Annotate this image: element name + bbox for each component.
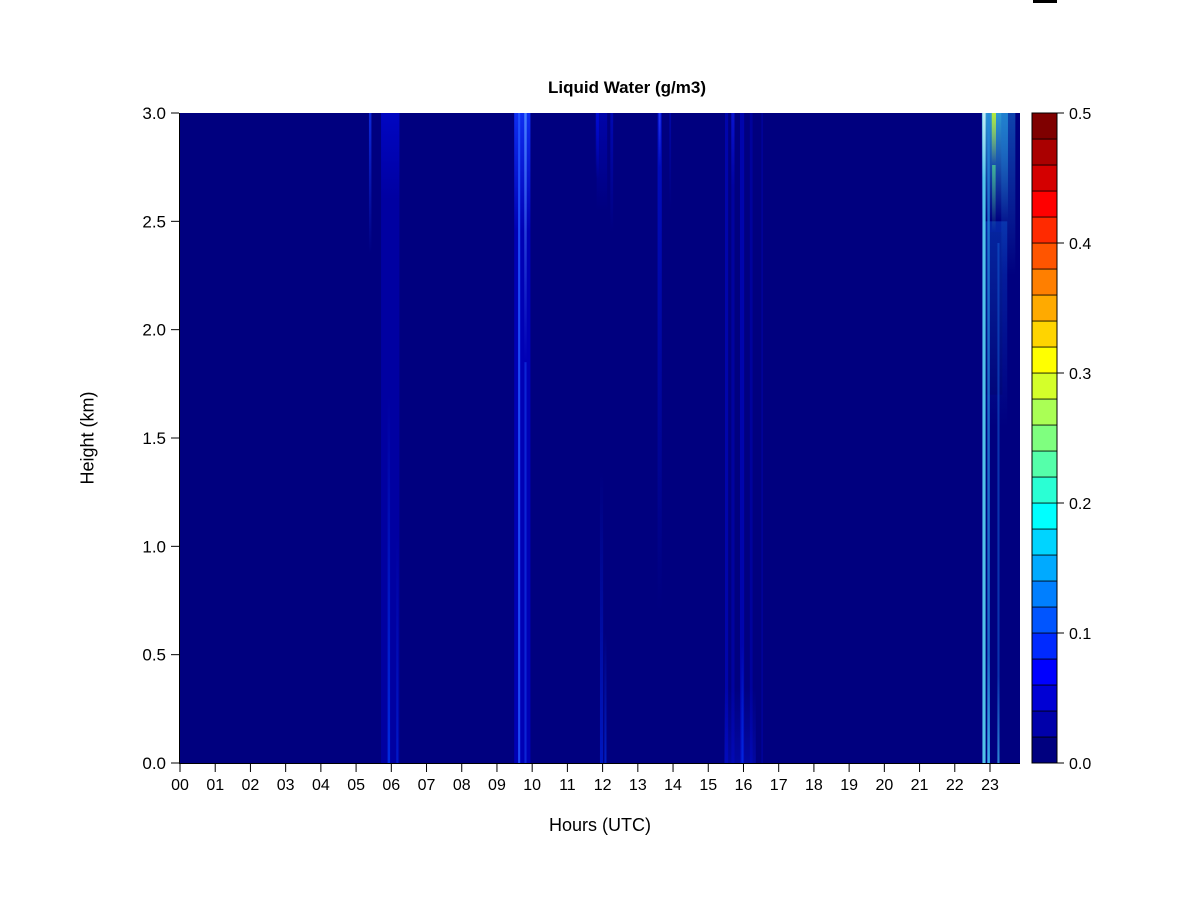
heatmap-streak — [369, 113, 371, 254]
heatmap-streak — [725, 113, 728, 763]
x-tick-label: 02 — [242, 777, 260, 794]
x-tick-label: 17 — [770, 777, 788, 794]
heatmap-streak — [987, 655, 989, 763]
colorbar-segment — [1032, 191, 1057, 217]
heatmap-streak — [724, 687, 756, 763]
x-tick-label: 04 — [312, 777, 330, 794]
colorbar-segment — [1032, 139, 1057, 165]
heatmap-streak — [396, 536, 398, 764]
y-tick-label: 0.0 — [142, 754, 166, 773]
heatmap-streak — [982, 113, 985, 763]
colorbar-segment — [1032, 477, 1057, 503]
y-tick-label: 2.0 — [142, 321, 166, 340]
colorbar-segment — [1032, 165, 1057, 191]
x-tick-label: 16 — [735, 777, 753, 794]
colorbar-segment — [1032, 685, 1057, 711]
colorbar-segment — [1032, 633, 1057, 659]
colorbar-tick-label: 0.4 — [1069, 236, 1091, 253]
colorbar-tick-label: 0.1 — [1069, 626, 1091, 643]
heatmap-streak — [388, 395, 390, 763]
heatmap-streak — [992, 113, 996, 165]
heatmap-streak — [610, 113, 613, 232]
x-tick-label: 13 — [629, 777, 647, 794]
colorbar-segment — [1032, 373, 1057, 399]
heatmap-streak — [659, 113, 661, 167]
colorbar-segment — [1032, 321, 1057, 347]
colorbar-segment — [1032, 295, 1057, 321]
heatmap-streak — [761, 113, 763, 763]
heatmap-streak — [524, 113, 526, 362]
colorbar-segment — [1032, 529, 1057, 555]
heatmap-streak — [982, 113, 985, 178]
chart-page: Liquid Water (g/m3) Height (km) Hours (U… — [0, 0, 1200, 900]
colorbar-segment — [1032, 581, 1057, 607]
heatmap-streak — [992, 165, 996, 232]
colorbar-tick-label: 0.0 — [1069, 756, 1091, 773]
x-tick-label: 01 — [206, 777, 224, 794]
x-tick-label: 21 — [911, 777, 929, 794]
heatmap-streak — [750, 113, 753, 763]
colorbar-tick-label: 0.2 — [1069, 496, 1091, 513]
colorbar-segment — [1032, 451, 1057, 477]
colorbar-segment — [1032, 555, 1057, 581]
x-tick-label: 18 — [805, 777, 823, 794]
x-tick-label: 19 — [840, 777, 858, 794]
x-tick-label: 22 — [946, 777, 964, 794]
colorbar-segment — [1032, 399, 1057, 425]
x-tick-label: 15 — [699, 777, 717, 794]
colorbar-segment — [1032, 503, 1057, 529]
x-tick-label: 23 — [981, 777, 999, 794]
x-tick-label: 10 — [523, 777, 541, 794]
heatmap-streak — [997, 676, 999, 763]
y-tick-label: 1.5 — [142, 429, 166, 448]
heatmap-streak — [600, 471, 603, 764]
x-tick-label: 08 — [453, 777, 471, 794]
colorbar-tick-label: 0.3 — [1069, 366, 1091, 383]
colorbar-segment — [1032, 243, 1057, 269]
heatmap-streak — [731, 113, 734, 763]
heatmap-streak — [524, 362, 526, 763]
colorbar-segment — [1032, 217, 1057, 243]
colorbar-tick-label: 0.5 — [1069, 106, 1091, 123]
y-tick-label: 1.0 — [142, 537, 166, 556]
screen-artifact — [1033, 0, 1057, 3]
x-tick-label: 03 — [277, 777, 295, 794]
x-tick-label: 06 — [382, 777, 400, 794]
colorbar-segment — [1032, 737, 1057, 763]
colorbar-segment — [1032, 607, 1057, 633]
heatmap-streak — [381, 113, 399, 200]
x-tick-label: 00 — [171, 777, 189, 794]
x-tick-label: 20 — [875, 777, 893, 794]
colorbar-segment — [1032, 711, 1057, 737]
colorbar-segment — [1032, 347, 1057, 373]
colorbar-segment — [1032, 659, 1057, 685]
x-tick-label: 05 — [347, 777, 365, 794]
x-tick-label: 11 — [559, 777, 576, 794]
colorbar-segment — [1032, 269, 1057, 295]
heatmap-streak — [518, 113, 520, 763]
heatmap-streak — [669, 113, 671, 211]
heatmap-streak — [1001, 113, 1015, 276]
heatmap-streak — [658, 113, 662, 611]
y-tick-label: 2.5 — [142, 212, 166, 231]
x-tick-label: 14 — [664, 777, 682, 794]
heatmap-plot: 00 01 02 03 04 05 06 07 08 09 10 11 12 13 14 15 16 17 18 19… — [0, 0, 1200, 900]
colorbar-segment — [1032, 425, 1057, 451]
y-tick-label: 0.5 — [142, 646, 166, 665]
colorbar-segment — [1032, 113, 1057, 139]
x-tick-label: 07 — [418, 777, 436, 794]
x-tick-label: 09 — [488, 777, 506, 794]
heatmap-streak — [597, 113, 608, 211]
heatmap-streak — [514, 113, 530, 232]
y-tick-label: 3.0 — [142, 104, 166, 123]
x-tick-label: 12 — [594, 777, 612, 794]
heatmap-streak — [604, 633, 606, 763]
